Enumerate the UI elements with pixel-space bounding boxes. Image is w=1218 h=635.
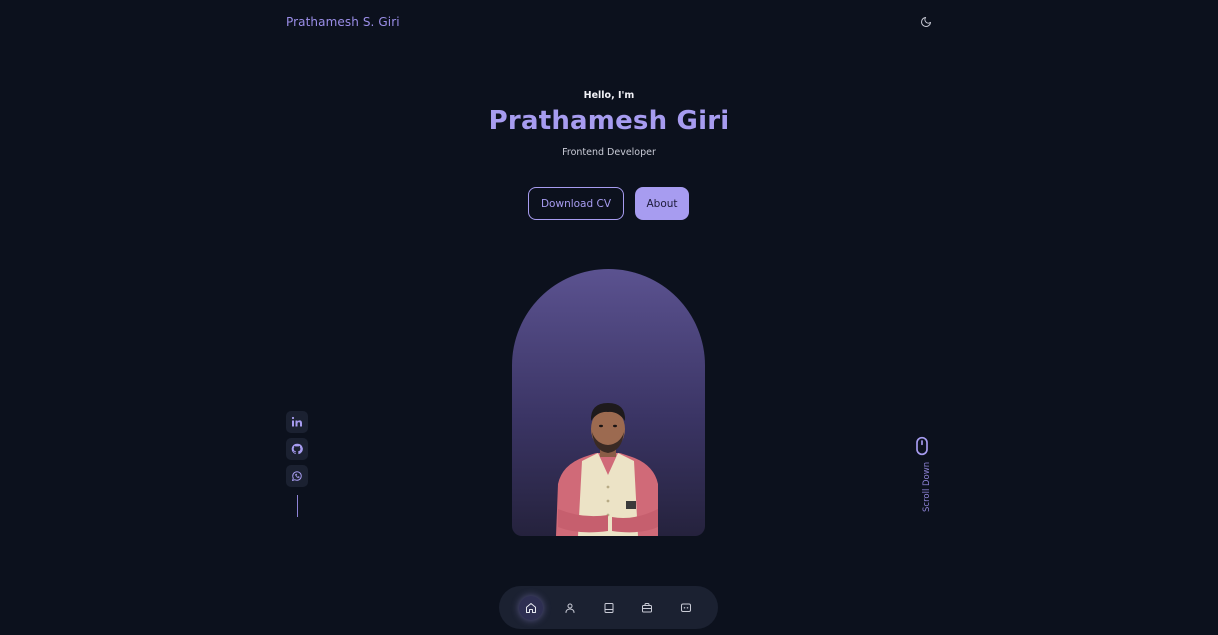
github-icon[interactable] — [286, 438, 308, 460]
nav-portfolio[interactable] — [635, 596, 659, 620]
user-icon — [565, 603, 575, 613]
portfolio-page: Prathamesh S. Giri Hello, I'm Prathamesh… — [0, 0, 1218, 635]
linkedin-icon[interactable] — [286, 411, 308, 433]
whatsapp-icon[interactable] — [286, 465, 308, 487]
hero-name: Prathamesh Giri — [488, 106, 730, 136]
social-links — [286, 411, 308, 517]
about-button[interactable]: About — [635, 187, 689, 220]
nav-contact[interactable] — [674, 596, 698, 620]
hero-greeting: Hello, I'm — [583, 90, 635, 101]
message-icon — [681, 603, 691, 612]
scroll-down-label: Scroll Down — [922, 461, 932, 512]
brand-logo[interactable]: Prathamesh S. Giri — [286, 15, 400, 29]
social-divider-line — [296, 495, 298, 517]
book-icon — [604, 602, 613, 613]
nav-home[interactable] — [519, 595, 543, 620]
bottom-navigation — [499, 586, 718, 629]
nav-about[interactable] — [558, 596, 582, 620]
profile-photo-frame — [512, 269, 705, 536]
mouse-icon — [916, 436, 928, 456]
nav-skills[interactable] — [597, 596, 621, 620]
hero-role: Frontend Developer — [562, 147, 656, 158]
moon-icon[interactable] — [918, 14, 934, 30]
profile-photo — [556, 403, 658, 536]
briefcase-icon — [642, 602, 653, 612]
home-icon — [526, 602, 536, 613]
scroll-down-link[interactable]: Scroll Down — [912, 436, 932, 516]
download-cv-button[interactable]: Download CV — [528, 187, 624, 220]
